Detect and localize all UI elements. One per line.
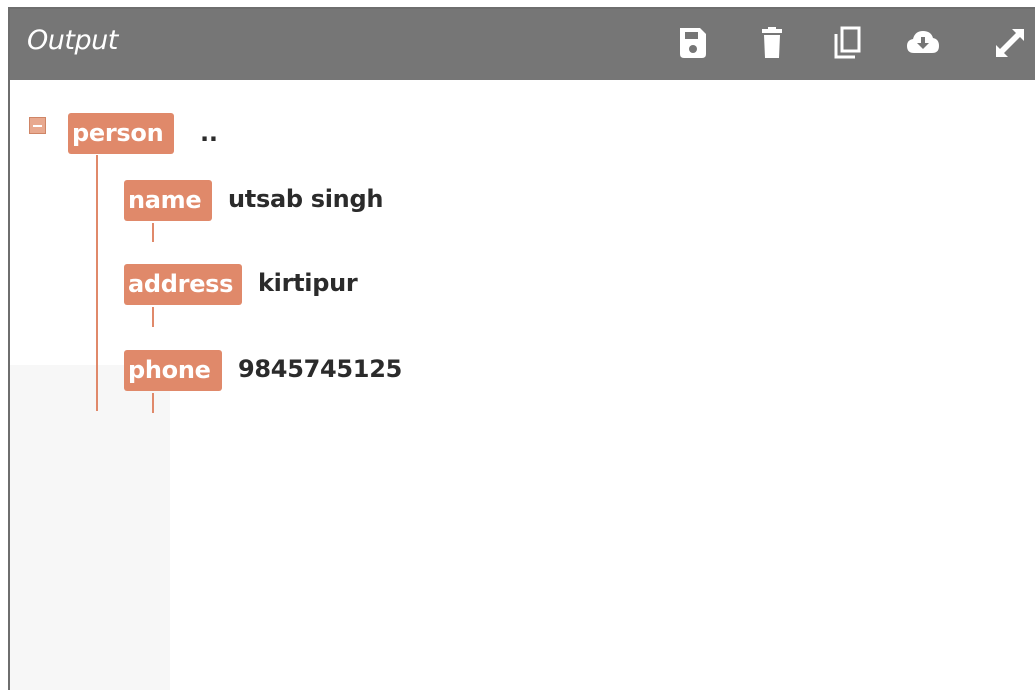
collapse-toggle[interactable]	[29, 117, 46, 134]
cloud-download-icon	[907, 31, 939, 53]
save-icon	[680, 28, 706, 58]
tree-value-person: ..	[200, 119, 218, 147]
expand-button[interactable]	[992, 25, 1028, 61]
output-panel: Output person .. name utsab singh addres…	[8, 7, 1035, 690]
tree-key-name[interactable]: name	[124, 180, 212, 221]
tree-connector	[96, 155, 98, 411]
tree-value-address: kirtipur	[258, 269, 358, 297]
tree-connector	[152, 393, 154, 413]
delete-button[interactable]	[754, 25, 790, 61]
expand-icon	[996, 29, 1024, 57]
tree-key-phone[interactable]: phone	[124, 350, 222, 391]
save-button[interactable]	[675, 25, 711, 61]
panel-title: Output	[27, 25, 118, 56]
tree-connector	[152, 307, 154, 327]
tree-key-person[interactable]: person	[68, 113, 174, 154]
tree-key-address[interactable]: address	[124, 264, 242, 305]
tree-connector	[152, 223, 154, 242]
tree-value-name: utsab singh	[228, 185, 384, 213]
gutter	[10, 365, 170, 690]
copy-button[interactable]	[829, 25, 865, 61]
copy-icon	[834, 26, 861, 59]
trash-icon	[762, 27, 782, 58]
output-toolbar: Output	[10, 9, 1035, 80]
tree-value-phone: 9845745125	[238, 355, 402, 383]
download-button[interactable]	[905, 25, 941, 61]
